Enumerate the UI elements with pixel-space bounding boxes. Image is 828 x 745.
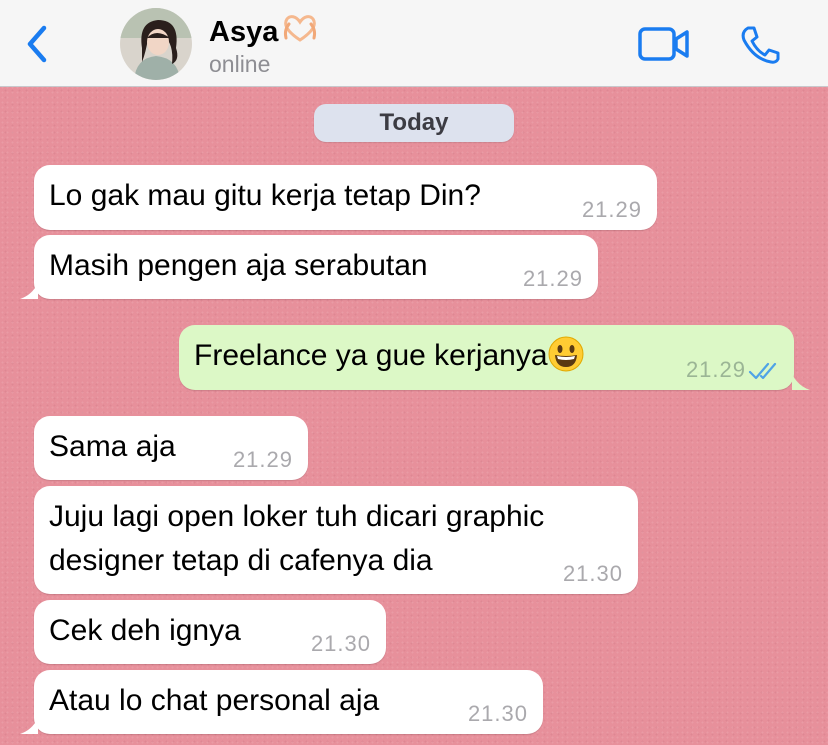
chat-header: Asya online [0, 0, 828, 87]
message-text-line: designer tetap di cafenya dia [49, 544, 433, 577]
message-time: 21.29 [232, 447, 293, 472]
contact-name[interactable]: Asya [209, 12, 320, 49]
message-text: Atau lo chat personal aja [49, 684, 380, 717]
chevron-left-icon [27, 25, 47, 63]
message-bubble-incoming[interactable]: Juju lagi open loker tuh dicari graphic … [34, 486, 638, 594]
heart-hands-icon [284, 15, 317, 42]
message-time: 21.29 [685, 357, 746, 382]
avatar-photo [120, 8, 192, 80]
contact-name-text: Asya [209, 16, 279, 48]
voice-call-button[interactable] [738, 24, 782, 64]
message-text: Masih pengen aja serabutan [49, 249, 428, 282]
message-text-line: Juju lagi open loker tuh dicari graphic [49, 500, 545, 533]
message-time: 21.30 [467, 701, 528, 726]
message-time: 21.29 [581, 197, 642, 222]
date-separator: Today [314, 104, 514, 142]
message-bubble-incoming[interactable]: Lo gak mau gitu kerja tetap Din? 21.29 [34, 165, 657, 230]
contact-status: online [209, 51, 271, 77]
message-bubble-outgoing[interactable]: Freelance ya gue kerjanya 21.29 [179, 325, 794, 390]
bubble-tail [20, 283, 38, 299]
bubble-tail [20, 718, 38, 734]
double-check-icon [748, 362, 777, 380]
video-camera-icon [638, 27, 689, 61]
message-bubble-incoming[interactable]: Cek deh ignya 21.30 [34, 600, 386, 664]
video-call-button[interactable] [638, 26, 690, 62]
message-time: 21.29 [522, 266, 583, 291]
message-bubble-incoming[interactable]: Masih pengen aja serabutan 21.29 [34, 235, 598, 299]
phone-icon [741, 26, 780, 64]
message-text: Lo gak mau gitu kerja tetap Din? [49, 179, 481, 212]
back-button[interactable] [22, 24, 54, 64]
message-bubble-incoming[interactable]: Atau lo chat personal aja 21.30 [34, 670, 543, 734]
avatar[interactable] [120, 8, 192, 80]
grinning-face-icon [548, 336, 584, 372]
message-time: 21.30 [310, 631, 371, 656]
message-time: 21.30 [562, 561, 623, 586]
message-bubble-incoming[interactable]: Sama aja 21.29 [34, 416, 308, 480]
bubble-tail [792, 374, 810, 390]
message-text-content: Freelance ya gue kerjanya [194, 339, 548, 372]
